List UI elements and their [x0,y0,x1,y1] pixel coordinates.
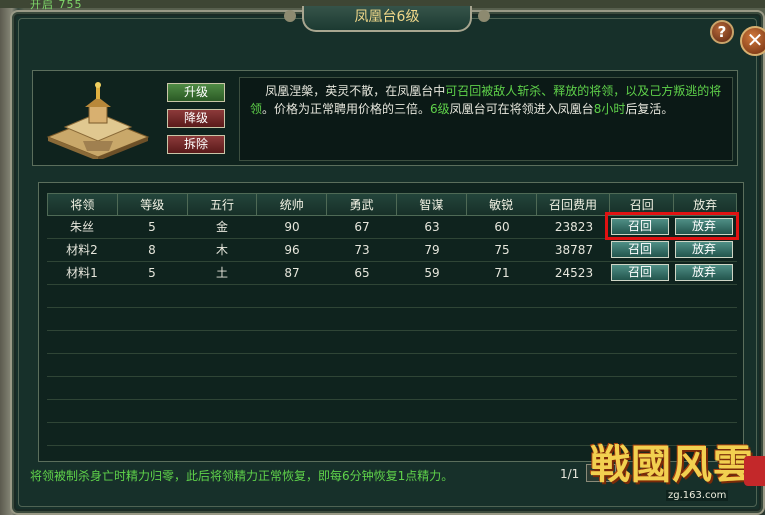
cell-wisdom: 63 [424,220,440,234]
phoenix-terrace-window: 凤凰台6级 ? ✕ 升级 降级 拆除 凤凰涅槃，英灵不散，在凤凰台中可召回被敌人… [10,6,765,515]
cell-sharpness: 60 [494,220,510,234]
cell-valor: 65 [354,266,370,280]
cell-command: 90 [284,220,300,234]
cell-valor: 67 [354,220,370,234]
next-page-button[interactable] [586,464,616,482]
desc-highlight-1: 可召回被敌人斩杀、释放的将领，以及己方叛逃的将 [445,84,722,98]
desc-text-4: 后复活。 [625,102,674,116]
empty-row [47,377,737,400]
cell-command: 96 [284,243,300,257]
desc-text-1: 凤凰涅槃，英灵不散，在凤凰台中 [265,84,446,98]
empty-row [47,285,737,308]
seal-icon [744,456,765,486]
downgrade-button[interactable]: 降级 [167,109,225,128]
header-command: 统帅 [257,194,328,215]
recall-button[interactable]: 召回 [611,241,669,258]
cell-level: 5 [148,266,156,280]
cell-sharpness: 75 [494,243,510,257]
building-description: 凤凰涅槃，英灵不散，在凤凰台中可召回被敌人斩杀、释放的将领，以及己方叛逃的将领。… [239,77,733,161]
header-recall-cost: 召回费用 [537,194,611,215]
desc-highlight-2: 领 [250,102,263,116]
window-title: 凤凰台6级 [284,6,490,32]
cell-wisdom: 79 [424,243,440,257]
header-sharpness: 敏锐 [467,194,537,215]
header-wisdom: 智谋 [397,194,467,215]
header-valor: 勇武 [327,194,397,215]
header-level: 等级 [118,194,188,215]
energy-note: 将领被制杀身亡时精力归零，此后将领精力正常恢复，即每6分钟恢复1点精力。 [30,469,454,483]
general-table: 将领 等级 五行 统帅 勇武 智谋 敏锐 召回费用 召回 放弃 朱丝 5 金 9… [38,182,744,462]
cell-recall-cost: 24523 [554,266,594,280]
building-info-panel: 升级 降级 拆除 凤凰涅槃，英灵不散，在凤凰台中可召回被敌人斩杀、释放的将领，以… [32,70,738,166]
phoenix-terrace-building-image [46,82,150,159]
upgrade-button[interactable]: 升级 [167,83,225,102]
page-indicator: 1/1 [560,467,580,481]
desc-highlight-4: 8小时 [593,102,626,116]
cell-element: 土 [215,266,228,280]
header-element: 五行 [188,194,258,215]
demolish-button[interactable]: 拆除 [167,135,225,154]
header-general: 将领 [48,194,118,215]
cell-general: 朱丝 [69,220,94,234]
abandon-button[interactable]: 放弃 [675,241,733,258]
empty-row [47,423,737,446]
recall-button[interactable]: 召回 [611,264,669,281]
desc-highlight-3: 6级 [430,102,450,116]
empty-row [47,400,737,423]
desc-text-2: 。价格为正常聘用价格的三倍。 [262,102,431,116]
desc-text-3: 凤凰台可在将领进入凤凰台 [449,102,594,116]
empty-row [47,354,737,377]
cell-valor: 73 [354,243,370,257]
cell-sharpness: 71 [494,266,510,280]
cell-recall-cost: 38787 [554,243,594,257]
cell-element: 木 [215,243,228,257]
close-button[interactable]: ✕ [740,26,765,56]
cell-wisdom: 59 [424,266,440,280]
help-button[interactable]: ? [710,20,734,44]
cell-general: 材料1 [66,266,98,280]
cell-level: 8 [148,243,156,257]
cell-level: 5 [148,220,156,234]
cell-general: 材料2 [66,243,98,257]
abandon-button[interactable]: 放弃 [675,264,733,281]
cell-recall-cost: 23823 [554,220,594,234]
empty-row [47,331,737,354]
cell-command: 87 [284,266,300,280]
highlight-box [605,212,739,240]
cell-element: 金 [215,220,228,234]
logo-url: zg.163.com [666,490,729,501]
empty-row [47,308,737,331]
